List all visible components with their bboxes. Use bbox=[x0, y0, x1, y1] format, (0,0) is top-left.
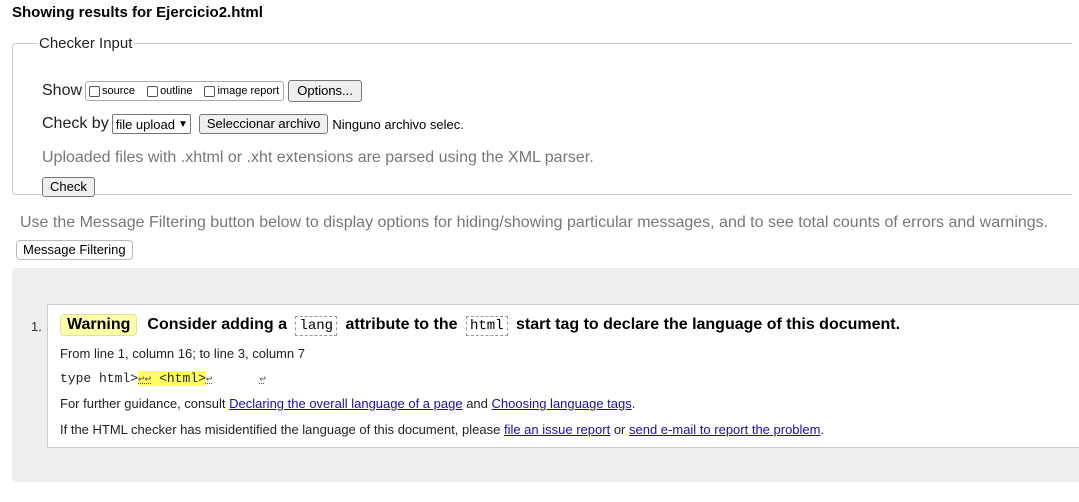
misid-prefix: If the HTML checker has misidentified th… bbox=[60, 422, 501, 437]
options-button[interactable]: Options... bbox=[288, 80, 362, 102]
choose-file-button[interactable]: Seleccionar archivo bbox=[198, 114, 329, 134]
show-option-image-report[interactable]: image report bbox=[204, 85, 279, 97]
image-report-checkbox[interactable] bbox=[204, 85, 216, 97]
image-report-label: image report bbox=[217, 85, 280, 97]
guidance-suffix: . bbox=[631, 396, 636, 411]
code-extract: type html>↩↩ <html>↩ ↩ bbox=[60, 371, 266, 386]
extract-highlight-tag: <html> bbox=[151, 371, 206, 386]
lang-code: lang bbox=[295, 316, 338, 336]
return-icon: ↩↩ bbox=[138, 374, 152, 386]
guidance-prefix: For further guidance, consult bbox=[60, 396, 226, 411]
misid-or: or bbox=[613, 422, 626, 437]
extract-highlight: ↩↩ <html> bbox=[138, 371, 206, 386]
file-status: Ninguno archivo selec. bbox=[332, 116, 464, 132]
checker-input-fieldset: Checker Input Show source outline image … bbox=[12, 35, 1072, 197]
guidance-and: and bbox=[466, 396, 488, 411]
show-label: Show bbox=[42, 82, 83, 99]
source-checkbox[interactable] bbox=[89, 85, 101, 97]
check-by-row: Check by file upload ▼ Seleccionar archi… bbox=[42, 114, 464, 134]
message-filtering-button[interactable]: Message Filtering bbox=[16, 240, 133, 260]
extract-before: type html> bbox=[60, 371, 139, 386]
message-text-before: Consider adding a bbox=[147, 316, 287, 333]
guidance-line: For further guidance, consult Declaring … bbox=[60, 396, 635, 411]
message-text: Consider adding a lang attribute to the … bbox=[147, 316, 901, 336]
choosing-language-tags-link[interactable]: Choosing language tags bbox=[492, 396, 632, 411]
check-by-label: Check by bbox=[42, 115, 109, 132]
show-option-outline[interactable]: outline bbox=[147, 85, 192, 97]
return-icon: ↩ bbox=[259, 374, 266, 386]
message-heading: Warning Consider adding a lang attribute… bbox=[60, 314, 900, 336]
checker-input-legend: Checker Input bbox=[39, 35, 133, 52]
send-email-link[interactable]: send e-mail to report the problem bbox=[629, 422, 820, 437]
message-location: From line 1, column 16; to line 3, colum… bbox=[60, 346, 305, 361]
check-button[interactable]: Check bbox=[42, 177, 95, 197]
warning-badge: Warning bbox=[60, 314, 138, 336]
file-issue-report-link[interactable]: file an issue report bbox=[504, 422, 610, 437]
message-filtering-description: Use the Message Filtering button below t… bbox=[20, 214, 1049, 231]
outline-checkbox[interactable] bbox=[147, 85, 159, 97]
show-row: Show source outline image report Options… bbox=[42, 80, 362, 102]
show-options-group: source outline image report bbox=[85, 81, 285, 101]
misid-suffix: . bbox=[820, 422, 825, 437]
parser-hint: Uploaded files with .xhtml or .xht exten… bbox=[42, 149, 594, 166]
html-code: html bbox=[465, 316, 508, 336]
outline-label: outline bbox=[160, 85, 193, 97]
declaring-language-link[interactable]: Declaring the overall language of a page bbox=[229, 396, 462, 411]
message-number: 1. bbox=[31, 319, 42, 334]
check-by-value: file upload bbox=[115, 116, 175, 132]
check-by-select[interactable]: file upload ▼ bbox=[111, 114, 191, 134]
results-panel: 1. Warning Consider adding a lang attrib… bbox=[12, 268, 1079, 482]
chevron-down-icon: ▼ bbox=[177, 118, 188, 130]
return-icon: ↩ bbox=[205, 374, 213, 386]
page-title: Showing results for Ejercicio2.html bbox=[12, 4, 263, 21]
misidentified-line: If the HTML checker has misidentified th… bbox=[60, 422, 824, 437]
source-label: source bbox=[102, 85, 136, 97]
message-text-after: start tag to declare the language of thi… bbox=[516, 316, 901, 333]
warning-message: Warning Consider adding a lang attribute… bbox=[47, 304, 1079, 448]
message-text-middle: attribute to the bbox=[345, 316, 458, 333]
show-option-source[interactable]: source bbox=[89, 85, 135, 97]
